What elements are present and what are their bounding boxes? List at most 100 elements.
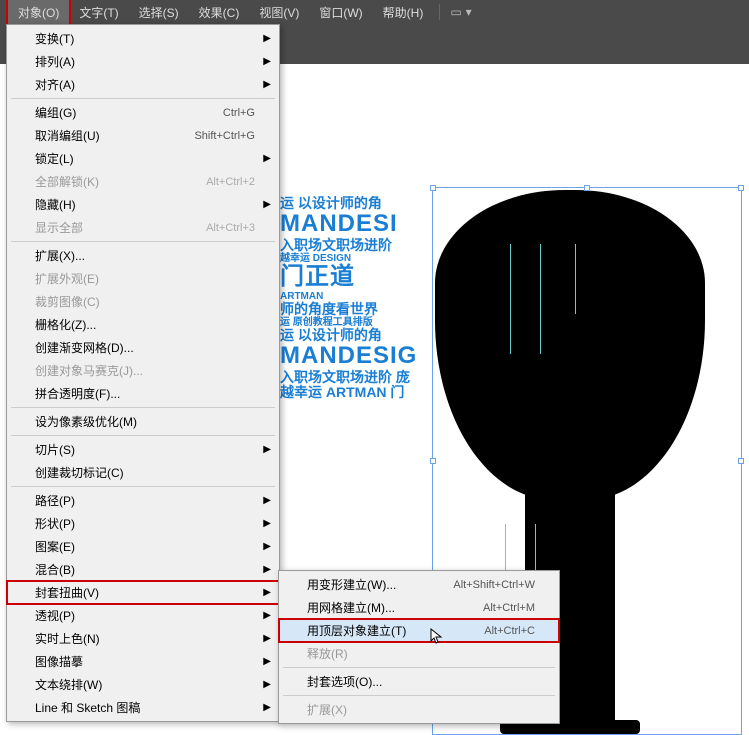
layout-icon[interactable]: ▭ bbox=[450, 5, 461, 19]
menu-help[interactable]: 帮助(H) bbox=[373, 0, 434, 25]
menu-item[interactable]: 编组(G) Ctrl+G bbox=[7, 101, 279, 124]
menu-effect[interactable]: 效果(C) bbox=[189, 0, 250, 25]
menu-item[interactable]: 图案(E) ▶ bbox=[7, 535, 279, 558]
menu-item-label: 图案(E) bbox=[35, 538, 75, 555]
menu-item-label: 切片(S) bbox=[35, 441, 75, 458]
menu-item-label: 对齐(A) bbox=[35, 76, 75, 93]
menu-item: 全部解锁(K) Alt+Ctrl+2 bbox=[7, 170, 279, 193]
menu-item-label: 形状(P) bbox=[35, 515, 75, 532]
submenu-arrow-icon: ▶ bbox=[263, 79, 271, 90]
menu-item: 创建对象马赛克(J)... bbox=[7, 359, 279, 382]
menu-item-label: 裁剪图像(C) bbox=[35, 293, 100, 310]
menu-item-label: 用变形建立(W)... bbox=[307, 576, 396, 593]
submenu-arrow-icon: ▶ bbox=[263, 56, 271, 67]
submenu-arrow-icon: ▶ bbox=[263, 702, 271, 713]
submenu-item: 释放(R) bbox=[279, 642, 559, 665]
menubar: 对象(O) 文字(T) 选择(S) 效果(C) 视图(V) 窗口(W) 帮助(H… bbox=[0, 0, 749, 24]
menu-item[interactable]: 图像描摹 ▶ bbox=[7, 650, 279, 673]
menu-item-label: 封套选项(O)... bbox=[307, 673, 382, 690]
menu-item-label: 文本绕排(W) bbox=[35, 676, 102, 693]
menu-item[interactable]: 形状(P)▶ bbox=[7, 512, 279, 535]
guide-line bbox=[575, 244, 576, 314]
submenu-arrow-icon: ▶ bbox=[263, 153, 271, 164]
menu-separator bbox=[11, 435, 275, 436]
submenu-arrow-icon: ▶ bbox=[263, 199, 271, 210]
menu-separator bbox=[283, 695, 555, 696]
menu-item[interactable]: 设为像素级优化(M) bbox=[7, 410, 279, 433]
menu-item-label: 全部解锁(K) bbox=[35, 173, 99, 190]
menu-item[interactable]: Line 和 Sketch 图稿 ▶ bbox=[7, 696, 279, 719]
handle-ne[interactable] bbox=[738, 185, 744, 191]
menu-item-label: 创建渐变网格(D)... bbox=[35, 339, 134, 356]
menu-separator bbox=[283, 667, 555, 668]
menu-item[interactable]: 文本绕排(W)▶ bbox=[7, 673, 279, 696]
envelope-distort-submenu: 用变形建立(W)...Alt+Shift+Ctrl+W用网格建立(M)...Al… bbox=[278, 570, 560, 724]
menu-item[interactable]: 排列(A) ▶ bbox=[7, 50, 279, 73]
menu-item-label: Line 和 Sketch 图稿 bbox=[35, 699, 140, 716]
menu-item[interactable]: 实时上色(N)▶ bbox=[7, 627, 279, 650]
menu-item-label: 变换(T) bbox=[35, 30, 74, 47]
menu-item[interactable]: 创建渐变网格(D)... bbox=[7, 336, 279, 359]
menu-item-label: 排列(A) bbox=[35, 53, 75, 70]
menu-item-label: 显示全部 bbox=[35, 219, 83, 236]
menu-item-label: 取消编组(U) bbox=[35, 127, 100, 144]
menu-item[interactable]: 透视(P)▶ bbox=[7, 604, 279, 627]
menu-separator bbox=[11, 407, 275, 408]
menu-item-label: 扩展外观(E) bbox=[35, 270, 99, 287]
menu-window[interactable]: 窗口(W) bbox=[309, 0, 372, 25]
submenu-item: 扩展(X) bbox=[279, 698, 559, 721]
menu-shortcut: Alt+Ctrl+C bbox=[484, 625, 535, 637]
handle-n[interactable] bbox=[584, 185, 590, 191]
menu-item-label: 编组(G) bbox=[35, 104, 76, 121]
menu-item[interactable]: 混合(B)▶ bbox=[7, 558, 279, 581]
submenu-item[interactable]: 用顶层对象建立(T) Alt+Ctrl+C bbox=[279, 619, 559, 642]
menu-shortcut: Shift+Ctrl+G bbox=[194, 130, 255, 142]
menu-item-label: 用顶层对象建立(T) bbox=[307, 622, 406, 639]
menu-select[interactable]: 选择(S) bbox=[129, 0, 189, 25]
menu-item[interactable]: 对齐(A) ▶ bbox=[7, 73, 279, 96]
handle-w[interactable] bbox=[430, 458, 436, 464]
submenu-item[interactable]: 封套选项(O)... bbox=[279, 670, 559, 693]
dropdown-icon[interactable]: ▾ bbox=[466, 5, 472, 19]
menu-item-label: 用网格建立(M)... bbox=[307, 599, 395, 616]
menu-item-label: 扩展(X) bbox=[307, 701, 347, 718]
menu-item[interactable]: 路径(P) ▶ bbox=[7, 489, 279, 512]
guide-line bbox=[510, 244, 511, 354]
menu-item-label: 创建对象马赛克(J)... bbox=[35, 362, 143, 379]
object-menu-dropdown: 变换(T) ▶ 排列(A) ▶ 对齐(A) ▶ 编组(G) Ctrl+G 取消编组(U) Shif… bbox=[6, 24, 280, 722]
submenu-item[interactable]: 用变形建立(W)...Alt+Shift+Ctrl+W bbox=[279, 573, 559, 596]
menu-item[interactable]: 栅格化(Z)... bbox=[7, 313, 279, 336]
menu-item[interactable]: 取消编组(U) Shift+Ctrl+G bbox=[7, 124, 279, 147]
menu-item[interactable]: 锁定(L) ▶ bbox=[7, 147, 279, 170]
menu-item-label: 图像描摹 bbox=[35, 653, 83, 670]
menu-type[interactable]: 文字(T) bbox=[69, 0, 128, 25]
menu-item-label: 扩展(X)... bbox=[35, 247, 85, 264]
menu-item[interactable]: 扩展(X)... bbox=[7, 244, 279, 267]
menu-item-label: 锁定(L) bbox=[35, 150, 74, 167]
submenu-arrow-icon: ▶ bbox=[263, 656, 271, 667]
submenu-arrow-icon: ▶ bbox=[263, 33, 271, 44]
menu-item-label: 创建裁切标记(C) bbox=[35, 464, 124, 481]
menu-shortcut: Ctrl+G bbox=[223, 107, 255, 119]
menu-shortcut: Alt+Ctrl+2 bbox=[206, 176, 255, 188]
submenu-arrow-icon: ▶ bbox=[263, 541, 271, 552]
menu-item-label: 封套扭曲(V) bbox=[35, 584, 99, 601]
menu-item-label: 栅格化(Z)... bbox=[35, 316, 96, 333]
menu-item-label: 拼合透明度(F)... bbox=[35, 385, 120, 402]
menu-view[interactable]: 视图(V) bbox=[249, 0, 309, 25]
menu-object[interactable]: 对象(O) bbox=[8, 0, 69, 25]
submenu-arrow-icon: ▶ bbox=[263, 610, 271, 621]
handle-nw[interactable] bbox=[430, 185, 436, 191]
guide-line bbox=[540, 244, 541, 354]
menu-item-label: 路径(P) bbox=[35, 492, 75, 509]
menu-item[interactable]: 变换(T) ▶ bbox=[7, 27, 279, 50]
submenu-item[interactable]: 用网格建立(M)...Alt+Ctrl+M bbox=[279, 596, 559, 619]
menu-item-label: 混合(B) bbox=[35, 561, 75, 578]
menu-item[interactable]: 隐藏(H)▶ bbox=[7, 193, 279, 216]
menu-item[interactable]: 封套扭曲(V)▶ bbox=[7, 581, 279, 604]
submenu-arrow-icon: ▶ bbox=[263, 495, 271, 506]
menu-item[interactable]: 拼合透明度(F)... bbox=[7, 382, 279, 405]
handle-e[interactable] bbox=[738, 458, 744, 464]
menu-item[interactable]: 切片(S)▶ bbox=[7, 438, 279, 461]
menu-item[interactable]: 创建裁切标记(C) bbox=[7, 461, 279, 484]
